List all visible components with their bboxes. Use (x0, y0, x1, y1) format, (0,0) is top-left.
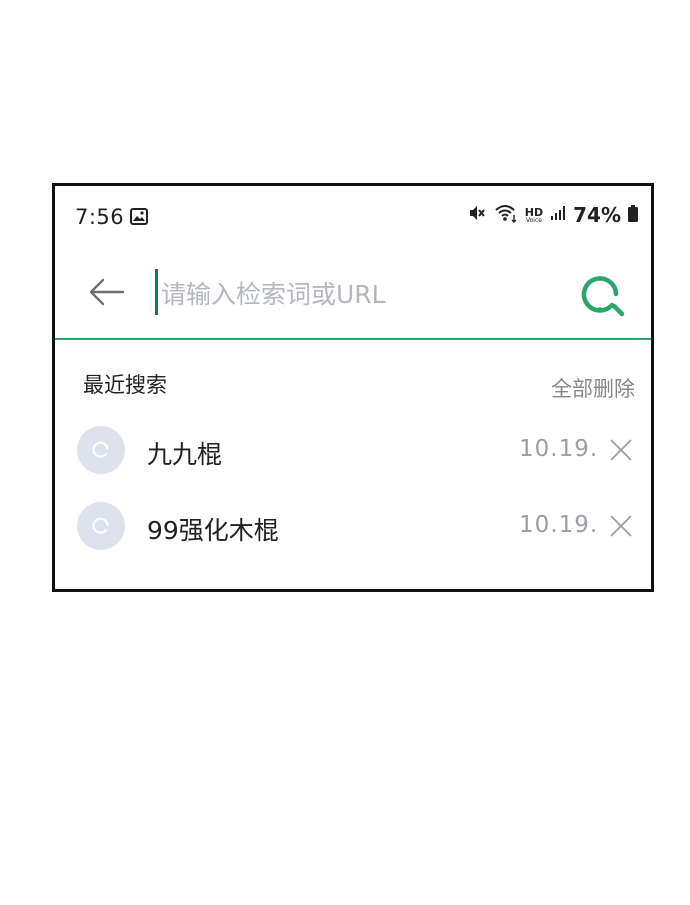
battery-level: 74% (573, 203, 621, 227)
search-bar: 请输入检索词或URL (55, 246, 651, 340)
voice-label: Voice (525, 216, 542, 224)
search-button[interactable] (578, 270, 626, 318)
recent-search-date: 10.19. (519, 512, 599, 538)
hd-label: HD (524, 205, 544, 219)
gallery-icon (130, 208, 148, 229)
battery-icon (628, 204, 638, 226)
wifi-icon (494, 203, 518, 227)
recent-searches-title: 最近搜索 (83, 373, 167, 397)
back-arrow-icon (89, 278, 125, 306)
recent-search-item[interactable]: 99强化木棍 10.19. (55, 498, 651, 558)
status-time: 7:56 (75, 205, 125, 229)
recent-search-item[interactable]: 九九棍 10.19. (55, 422, 651, 482)
history-search-icon (77, 426, 125, 474)
status-icons: HD Voice 74% (467, 203, 638, 227)
search-placeholder: 请输入检索词或URL (161, 280, 386, 309)
mute-icon (467, 203, 487, 227)
search-input[interactable]: 请输入检索词或URL (155, 267, 555, 317)
hd-voice-icon: HD Voice (525, 207, 543, 224)
close-icon (610, 439, 632, 461)
signal-icon (550, 205, 566, 225)
recent-search-text: 九九棍 (147, 440, 223, 469)
remove-item-button[interactable] (609, 438, 633, 462)
text-caret (155, 269, 158, 315)
search-icon (581, 276, 625, 317)
recent-search-text: 99强化木棍 (147, 516, 279, 545)
close-icon (610, 515, 632, 537)
remove-item-button[interactable] (609, 514, 633, 538)
back-button[interactable] (85, 270, 129, 314)
history-search-icon (77, 502, 125, 550)
delete-all-button[interactable]: 全部删除 (551, 373, 635, 403)
recent-search-date: 10.19. (519, 436, 599, 462)
phone-screen: 7:56 HD Voice 74% 请输入检索词或URL 最近搜索 全部删除 九… (52, 183, 654, 592)
status-bar: 7:56 HD Voice 74% (55, 186, 651, 246)
